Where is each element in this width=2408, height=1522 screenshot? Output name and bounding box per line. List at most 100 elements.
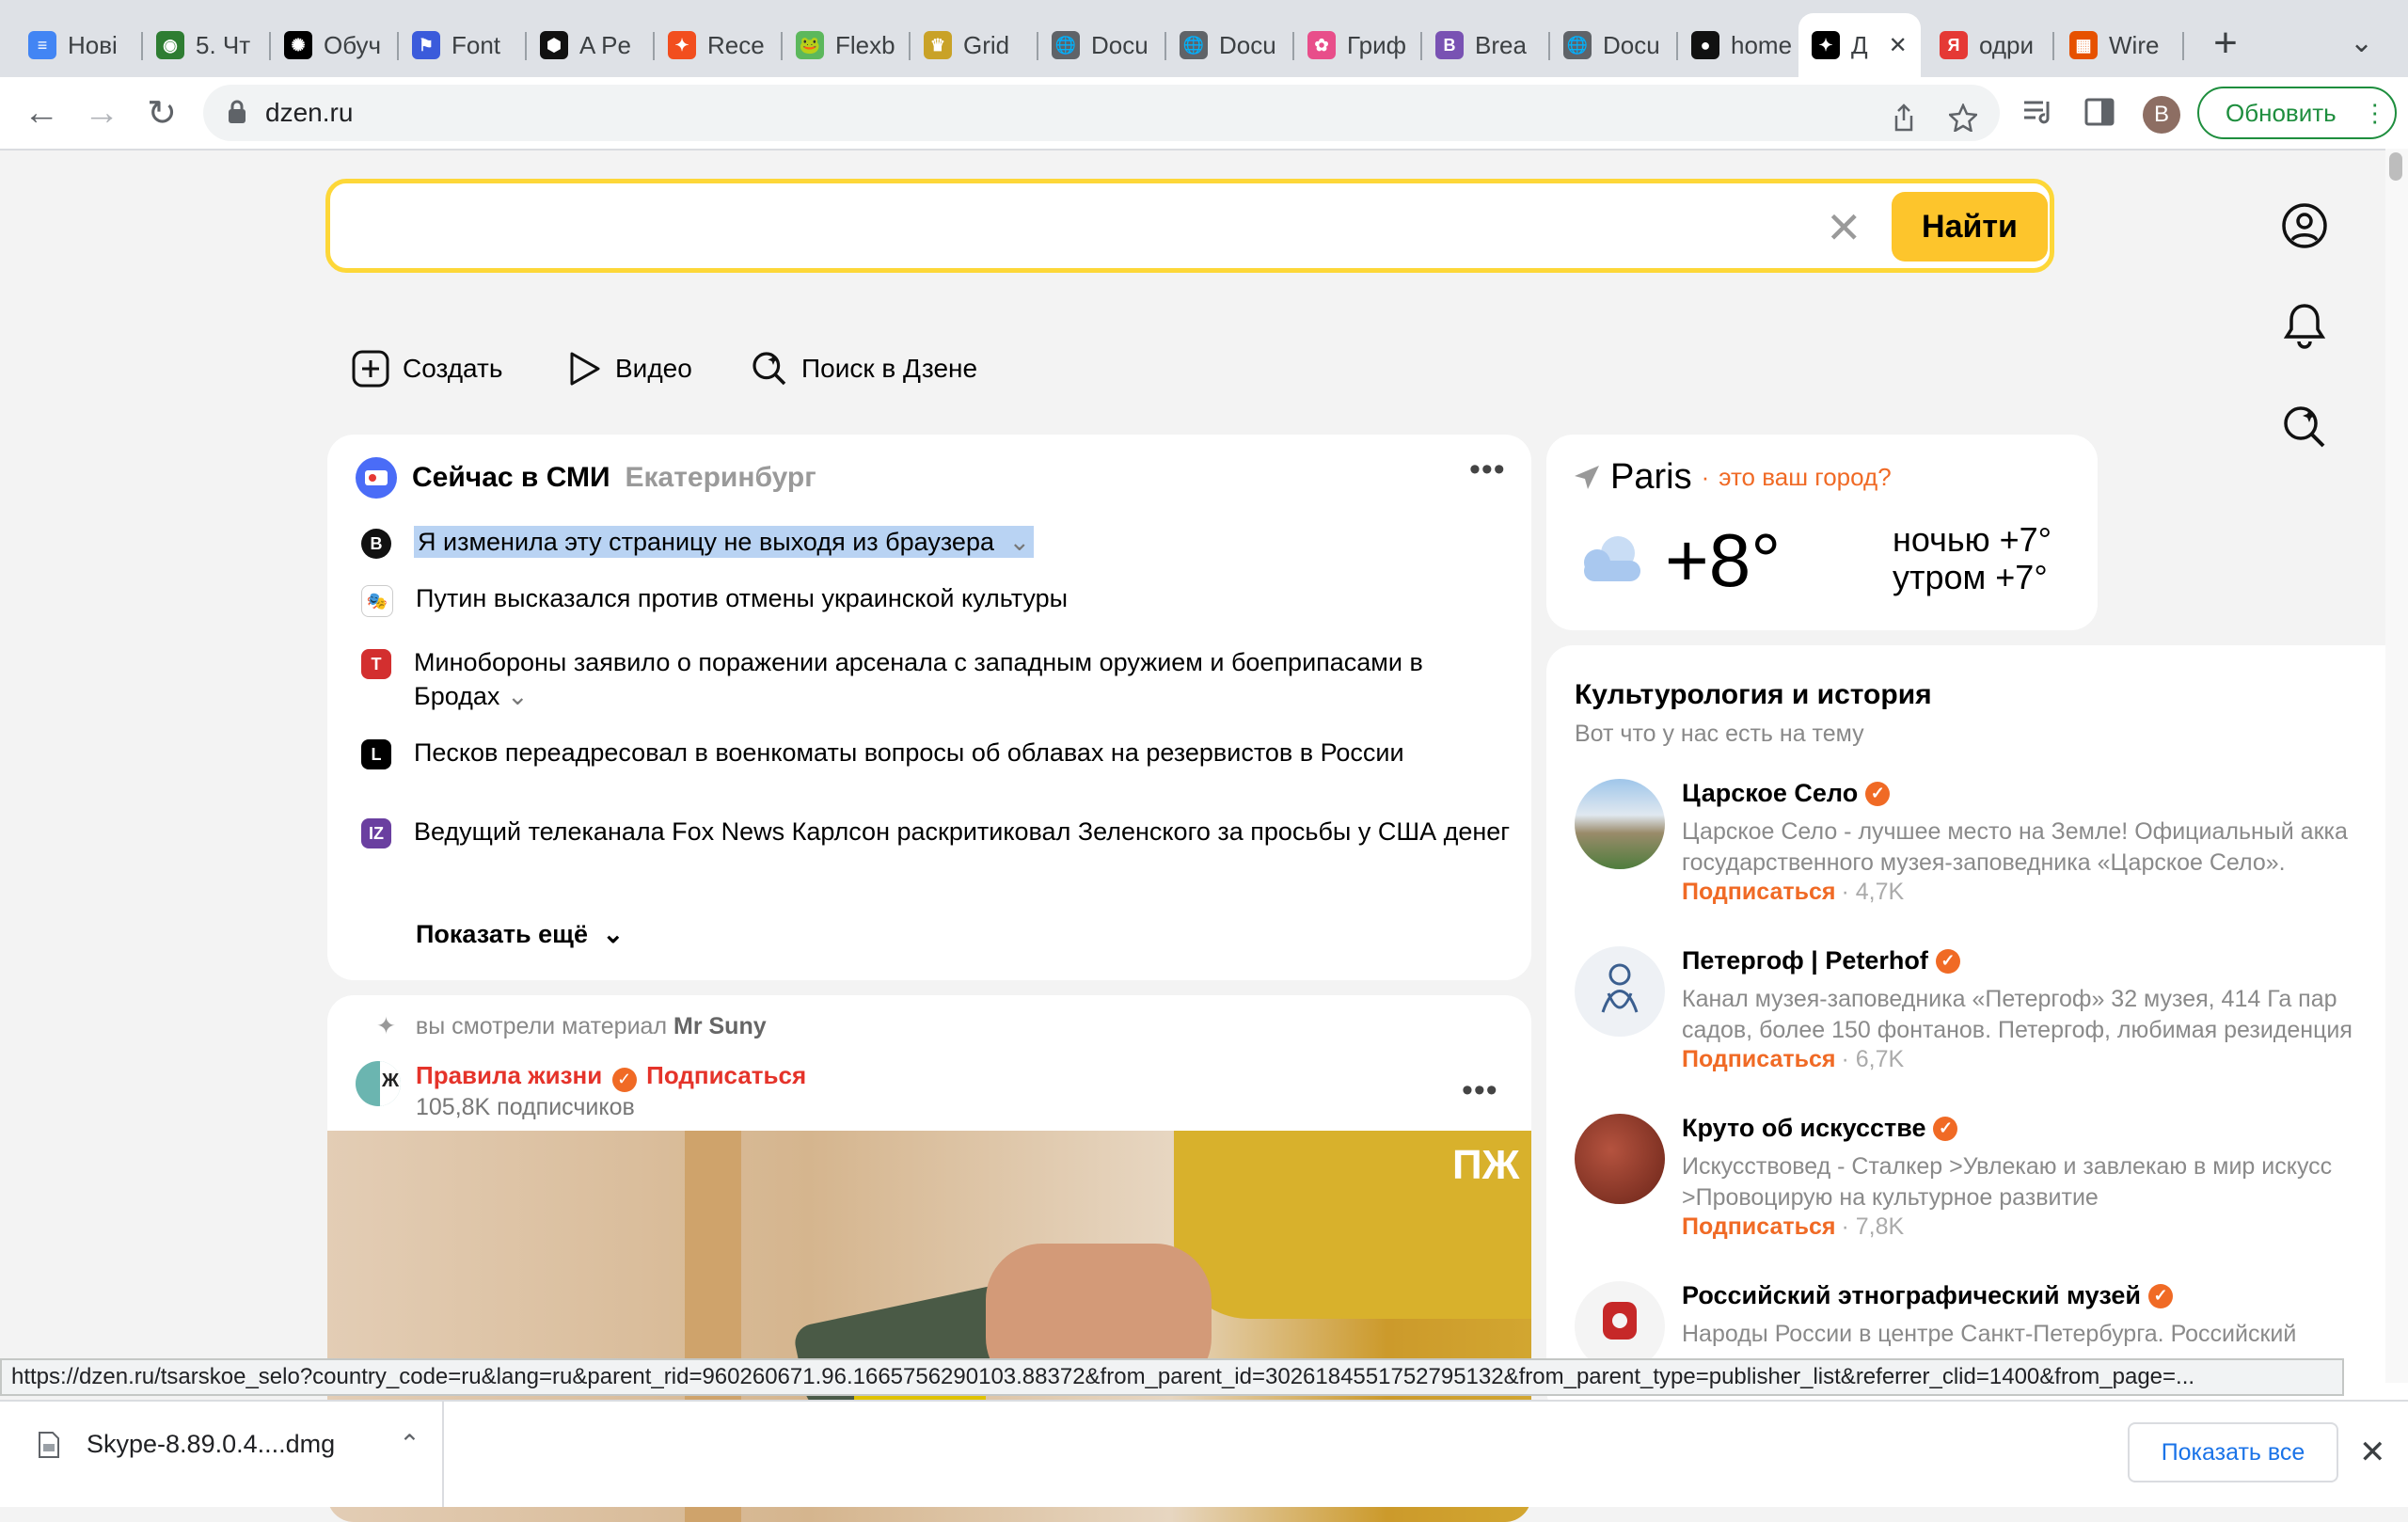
tab-15[interactable]: Яодри (1926, 13, 2054, 77)
tab-4[interactable]: ⬢ A Pe (527, 13, 655, 77)
tab-search-chevron-icon[interactable]: ⌄ (2350, 26, 2373, 59)
video-button[interactable]: Видео (568, 350, 692, 388)
reco-channel[interactable]: Круто об искусстве ✓ Искусствовед - Сталке… (1575, 1114, 2402, 1255)
tab-8[interactable]: 🌐 Docu (1038, 13, 1166, 77)
channel-avatar[interactable] (1575, 1114, 1665, 1204)
news-item[interactable]: 🎭 Путин высказался против отмены украинск… (361, 581, 1516, 617)
reco-description: Канал музея-заповедника «Петергоф» 32 му… (1682, 984, 2397, 1046)
verified-icon: ✓ (2148, 1283, 2174, 1308)
subscribe-link[interactable]: Подписаться (646, 1061, 806, 1089)
reco-channel[interactable]: Царское Село ✓ Царское Село - лучшее место… (1575, 779, 2402, 920)
address-bar[interactable]: dzen.ru (203, 85, 2000, 141)
news-item[interactable]: L Песков переадресовал в военкоматы вопро… (361, 736, 1514, 769)
tab-favicon-icon: ✦ (668, 31, 696, 59)
reco-channel-name[interactable]: Российский этнографический музей (1682, 1281, 2141, 1310)
post-hint-author[interactable]: Mr Suny (673, 1013, 767, 1039)
expand-chevron-icon[interactable]: ⌄ (997, 526, 1035, 558)
tab-12[interactable]: 🌐 Docu (1550, 13, 1678, 77)
profile-avatar[interactable]: B (2143, 96, 2180, 134)
city-question-link[interactable]: это ваш город? (1719, 463, 1891, 492)
forward-arrow-icon[interactable]: → (79, 90, 124, 135)
news-item[interactable]: B Я изменила эту страницу не выходя из бр… (361, 525, 1514, 559)
reco-channel[interactable]: Российский этнографический музей ✓ Народы … (1575, 1281, 2402, 1417)
clear-icon[interactable]: ✕ (1826, 202, 1862, 253)
post-hint: ✦ вы смотрели материал Mr Suny (376, 1012, 767, 1040)
more-vert-icon: ⋮ (2362, 98, 2387, 127)
tab-14[interactable]: ✦ Д ✕ (1798, 13, 1921, 77)
reco-desc-line: Царское Село - лучшее место на Земле! Оф… (1682, 818, 2348, 845)
search-button[interactable]: Найти (1892, 192, 2048, 262)
news-headline[interactable]: Я изменила эту страницу не выходя из бра… (414, 526, 998, 558)
tab-1[interactable]: ◉ 5. Чт (143, 13, 271, 77)
play-icon (570, 352, 600, 386)
tab-close-icon[interactable]: ✕ (1889, 32, 1908, 59)
scrollbar-thumb[interactable] (2389, 152, 2402, 181)
tab-16[interactable]: ▦ Wire (2056, 13, 2184, 77)
reload-icon[interactable]: ↻ (139, 90, 184, 135)
source-logo-icon: IZ (361, 818, 391, 848)
subscribe-link[interactable]: Подписаться (1682, 1213, 1835, 1240)
news-headline[interactable]: Минобороны заявило о поражении арсенала … (414, 648, 1423, 710)
verified-icon: ✓ (1865, 781, 1891, 806)
news-headline[interactable]: Песков переадресовал в военкоматы вопрос… (414, 738, 1404, 767)
search-dzen-button[interactable]: Поиск в Дзене (751, 350, 977, 388)
back-arrow-icon[interactable]: ← (19, 90, 64, 135)
reco-channel-name[interactable]: Петергоф | Peterhof (1682, 946, 1928, 975)
download-item[interactable]: Skype-8.89.0.4....dmg ⌃ (38, 1430, 420, 1459)
reco-channel-name[interactable]: Круто об искусстве (1682, 1114, 1925, 1143)
reco-channel[interactable]: Петергоф | Peterhof ✓ Канал музея-заповедн… (1575, 946, 2402, 1087)
show-all-button[interactable]: Показать все (2128, 1422, 2338, 1482)
subscribe-link[interactable]: Подписаться (1682, 1046, 1835, 1072)
tab-title: Wire (2109, 30, 2160, 59)
update-button[interactable]: Обновить ⋮ (2197, 87, 2397, 139)
profile-icon[interactable] (2280, 201, 2329, 250)
news-item[interactable]: IZ Ведущий телеканала Fox News Карлсон ра… (361, 815, 1514, 848)
new-tab-button[interactable]: + (2203, 21, 2248, 66)
create-button[interactable]: Создать (352, 350, 502, 388)
tab-10[interactable]: ✿ Гриф (1294, 13, 1422, 77)
tab-5[interactable]: ✦ Rece (655, 13, 783, 77)
bell-icon[interactable] (2280, 301, 2329, 350)
chevron-up-icon[interactable]: ⌃ (399, 1430, 420, 1459)
tab-favicon-icon: ⚑ (412, 31, 440, 59)
reco-description: Искусствовед - Сталкер >Увлекаю и завлек… (1682, 1151, 2397, 1213)
news-headline[interactable]: Путин высказался против отмены украинско… (416, 584, 1068, 612)
tab-11[interactable]: B Brea (1422, 13, 1550, 77)
channel-avatar[interactable] (1575, 779, 1665, 869)
bookmark-star-icon[interactable] (1947, 102, 1979, 139)
reading-list-icon[interactable] (2022, 98, 2054, 131)
channel-avatar[interactable]: Ж (356, 1061, 401, 1106)
tab-9[interactable]: 🌐 Docu (1166, 13, 1294, 77)
tab-title: Flexb (835, 30, 895, 59)
channel-name[interactable]: Правила жизни (416, 1061, 602, 1089)
tab-title: Docu (1219, 30, 1276, 59)
search-sparkle-icon[interactable] (2280, 403, 2329, 452)
tab-7[interactable]: ♛ Grid (911, 13, 1038, 77)
tab-3[interactable]: ⚑ Font (399, 13, 527, 77)
side-panel-icon[interactable] (2084, 98, 2115, 131)
reco-description: Царское Село - лучшее место на Земле! Оф… (1682, 816, 2397, 879)
more-dots-icon[interactable]: ••• (1469, 452, 1506, 488)
expand-chevron-icon[interactable]: ⌄ (499, 682, 529, 710)
news-item[interactable]: T Минобороны заявило о поражении арсенала… (361, 645, 1514, 713)
tab-favicon-icon: ♛ (924, 31, 952, 59)
tab-favicon-icon: ✦ (1812, 31, 1840, 59)
news-city[interactable]: Екатеринбург (626, 462, 816, 494)
tab-2[interactable]: ✺ Обуч (271, 13, 399, 77)
reco-title: Культурология и история (1575, 679, 1932, 710)
search-input[interactable] (353, 200, 1767, 255)
subscribe-link[interactable]: Подписаться (1682, 879, 1835, 905)
page-scrollbar[interactable] (2385, 149, 2408, 1383)
show-more-button[interactable]: Показать ещё ⌄ (416, 920, 624, 949)
tab-6[interactable]: 🐸 Flexb (783, 13, 911, 77)
reco-channel-name[interactable]: Царское Село (1682, 779, 1858, 808)
channel-avatar[interactable] (1575, 946, 1665, 1037)
post-more-dots-icon[interactable]: ••• (1462, 1072, 1498, 1109)
news-headline[interactable]: Ведущий телеканала Fox News Карлсон раск… (414, 817, 1510, 846)
share-icon[interactable] (1893, 103, 1915, 139)
tab-0[interactable]: ≡ Нові (15, 13, 143, 77)
tab-13[interactable]: ● home (1678, 13, 1806, 77)
reco-desc-line: >Провоцирую на культурное развитие (1682, 1184, 2099, 1211)
tab-favicon-icon: ≡ (28, 31, 56, 59)
close-icon[interactable]: ✕ (2359, 1434, 2386, 1471)
